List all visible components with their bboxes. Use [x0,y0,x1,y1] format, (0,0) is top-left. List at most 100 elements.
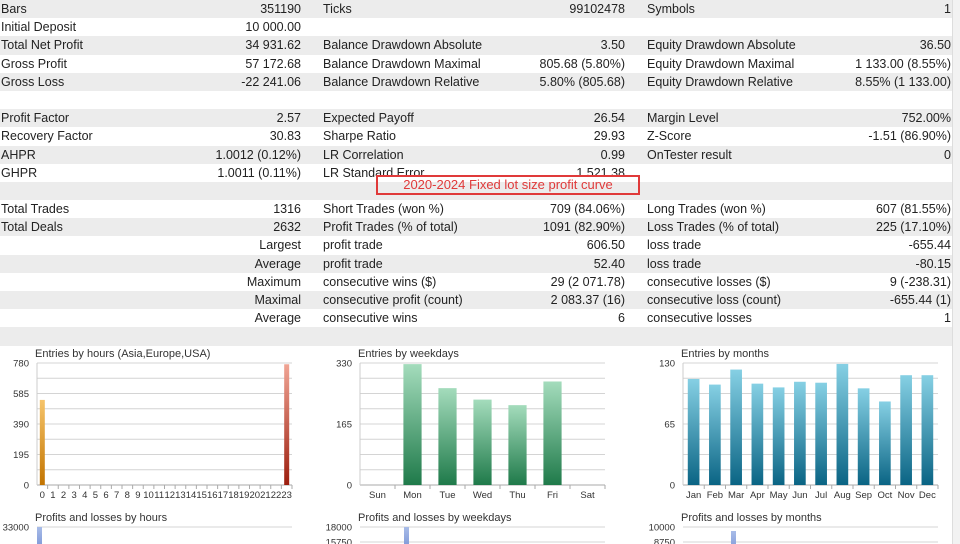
cell-value: 6 [618,311,625,326]
y-tick-label: 165 [336,420,352,431]
cell-value: 34 931.62 [245,38,301,53]
cell-label: Expected Payoff [323,111,414,126]
cell-label: consecutive wins [323,311,418,326]
bar-Mar [730,369,742,485]
cell-value: 29.93 [593,129,625,144]
bar-Oct [879,401,891,485]
cell-value: 36.50 [919,38,951,53]
cell-value: Largest [259,238,301,253]
bar-Mon [403,364,422,485]
cell-label: Gross Loss [1,74,65,89]
x-tick-label: 18 [228,490,239,501]
cell-label: Ticks [323,2,352,16]
profit-bar [37,527,42,544]
cell-value: 0.99 [600,147,625,162]
cell-label: Bars [1,2,27,16]
bar-0 [39,399,45,485]
x-tick-label: 0 [40,490,45,501]
bar-Nov [900,375,912,485]
chart-title: Entries by hours (Asia,Europe,USA) [35,348,210,360]
x-tick-label: 5 [93,490,98,501]
cell-label: Balance Drawdown Absolute [323,38,483,53]
x-tick-label: 14 [186,490,197,501]
cell-value: 29 (2 071.78) [550,274,625,289]
x-tick-label: 9 [135,490,140,501]
chart-title: Profits and losses by weekdays [358,512,512,524]
x-tick-label: Sat [580,490,595,501]
x-tick-label: 6 [103,490,108,501]
cell-value: 2 083.37 (16) [550,293,625,307]
x-tick-label: 17 [218,490,229,501]
cell-value: 30.83 [269,129,301,144]
cell-value: 606.50 [586,238,625,253]
bar-Fri [543,381,562,485]
table-row: Maximum consecutive wins ($) 29 (2 071.78)… [0,273,952,291]
x-tick-label: Thu [509,490,525,501]
bar-May [772,387,785,485]
cell-label: Short Trades (won %) [323,202,444,217]
cell-label: GHPR [1,165,38,180]
y-tick-label: 15750 [326,538,352,544]
x-tick-label: 4 [82,490,87,501]
x-tick-label: Wed [473,490,492,501]
cell-label: profit trade [323,238,383,253]
x-tick-label: Oct [877,490,892,501]
scrollbar[interactable] [952,0,960,544]
cell-label: loss trade [647,256,702,271]
x-tick-label: 1 [50,490,55,501]
bar-Dec [921,375,934,485]
cell-value: 1.0012 (0.12%) [215,147,301,162]
x-tick-label: May [770,490,788,501]
bar-Tue [438,388,457,485]
cell-label: Balance Drawdown Maximal [323,56,481,71]
cell-label: consecutive profit (count) [323,293,463,307]
x-tick-label: Nov [898,490,915,501]
cell-label: Equity Drawdown Relative [647,74,793,89]
table-row: Gross Profit 57 172.68 Balance Drawdown Ma… [0,55,952,73]
table-row: AHPR 1.0012 (0.12%) LR Correlation 0.99 OnTe… [0,145,952,164]
x-tick-label: Jun [792,490,807,501]
y-tick-label: 0 [670,481,675,492]
cell-value: 1 133.00 (8.55%) [855,56,951,71]
cell-value: 26.54 [593,111,625,126]
cell-value: Average [254,311,301,326]
cell-value: 57 172.68 [245,56,301,71]
bar-Jun [794,381,806,485]
x-tick-label: 11 [154,490,164,501]
x-tick-label: Mon [403,490,421,501]
table-row: Recovery Factor 30.83 Sharpe Ratio 29.93 Z-S… [0,127,952,145]
x-tick-label: 22 [271,490,282,501]
cell-label: consecutive losses [647,311,752,326]
cell-label: profit trade [323,256,383,271]
table-row: Total Deals 2632 Profit Trades (% of total… [0,218,952,237]
cell-value: 0 [944,147,951,162]
table-row: Average consecutive wins 6 consecutive loss… [0,309,952,327]
bar-Thu [508,405,527,485]
table-row: Average profit trade 52.40 loss trade -80.15 [0,254,952,273]
cell-value: -22 241.06 [241,74,301,89]
table-row: Total Net Profit 34 931.62 Balance Drawdow… [0,36,952,55]
bar-Aug [836,363,849,485]
x-tick-label: Dec [919,490,936,501]
bar-23 [284,364,290,485]
cell-label: Long Trades (won %) [647,202,766,217]
bar-Apr [751,383,764,485]
cell-value: 1091 (82.90%) [542,220,625,235]
y-tick-label: 8750 [654,538,675,544]
y-tick-label: 195 [13,450,29,461]
charts-area: Entries by hours (Asia,Europe,USA)019539… [3,348,939,544]
y-tick-label: 780 [13,359,29,370]
cell-label: Sharpe Ratio [323,129,396,144]
y-tick-label: 585 [13,389,29,400]
cell-label: consecutive loss (count) [647,293,782,307]
cell-value: Maximum [246,274,301,289]
cell-label: Equity Drawdown Maximal [647,56,795,71]
cell-label: Gross Profit [1,56,67,71]
cell-value: 1 [944,2,951,16]
y-tick-label: 0 [24,481,29,492]
cell-label: Z-Score [647,129,692,144]
y-tick-label: 330 [336,359,352,370]
cell-label: Total Deals [1,220,63,235]
cell-label: Equity Drawdown Absolute [647,38,796,53]
cell-value: 1.0011 (0.11%) [217,165,301,180]
